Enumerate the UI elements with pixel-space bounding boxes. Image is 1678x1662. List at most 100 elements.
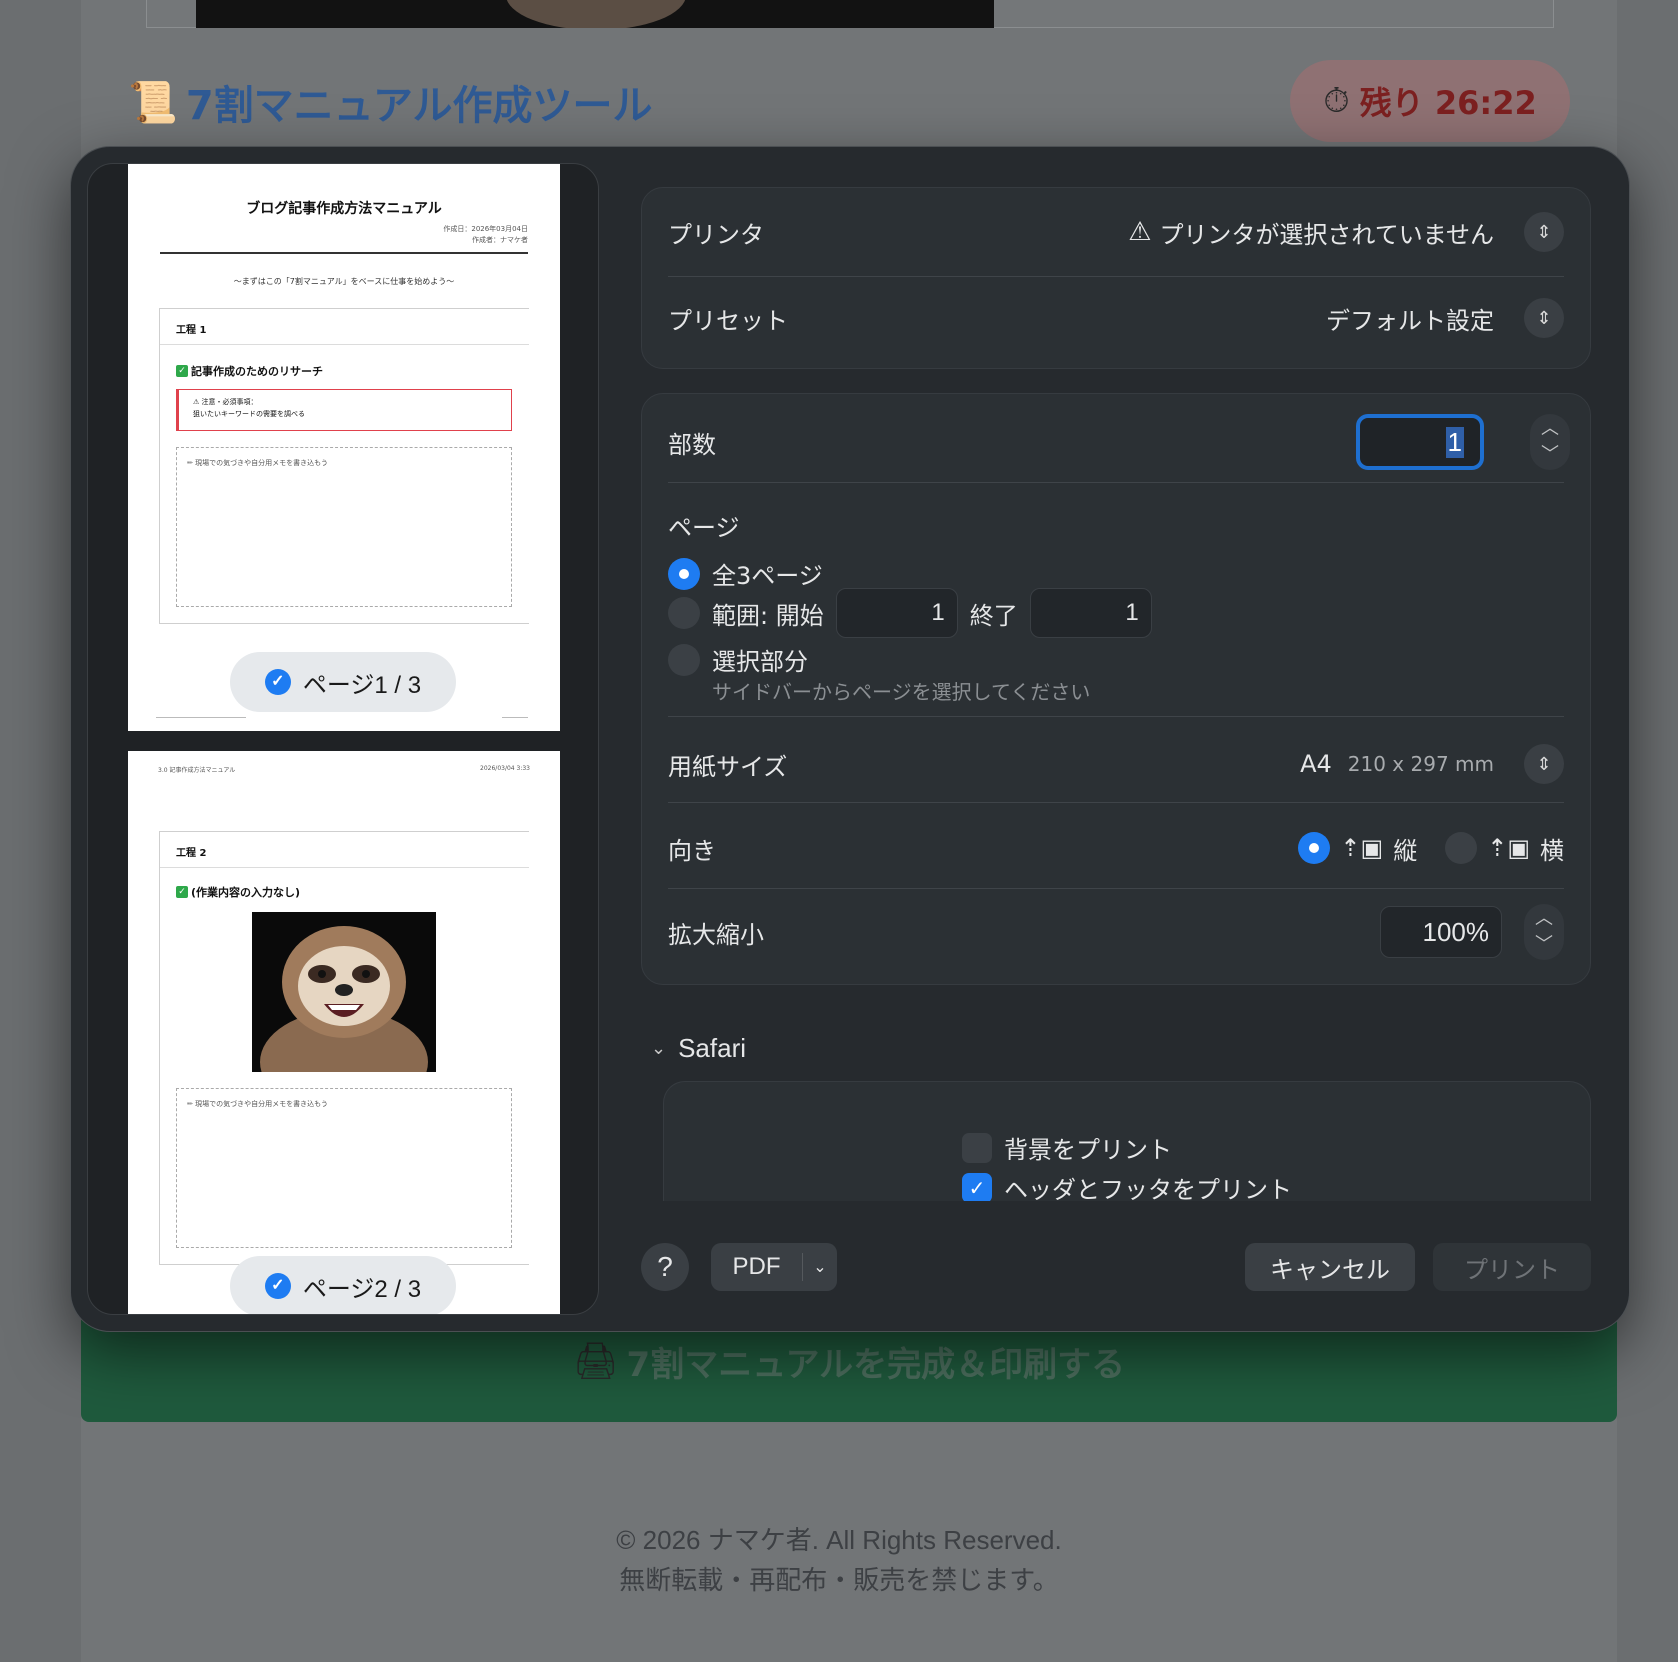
check-icon: ✓ — [176, 365, 188, 377]
safari-section-toggle[interactable]: ⌄ Safari — [651, 1033, 746, 1064]
separator — [668, 888, 1564, 889]
chevron-up-down-icon[interactable]: ⇕ — [1524, 212, 1564, 252]
sloth-image — [252, 912, 436, 1072]
copies-stepper[interactable]: ︿ ﹀ — [1530, 414, 1570, 470]
checkmark-icon: ✓ — [264, 1273, 291, 1299]
pages-range-option[interactable]: 範囲: 開始 1 終了 1 — [668, 588, 1152, 638]
preview-memo-box: ✏ 現場での気づきや自分用メモを書き込もう — [176, 1088, 512, 1248]
preview-step-title-text: (作業内容の入力なし) — [191, 886, 301, 899]
page-thumbnail-2[interactable]: 3.0 記事作成方法マニュアル 2026/03/04 3:33 工程 2 ✓ (… — [128, 751, 560, 1314]
complete-print-label: 7割マニュアルを完成＆印刷する — [626, 1344, 1126, 1385]
pages-all-option[interactable]: 全3ページ — [668, 556, 823, 591]
separator — [668, 276, 1564, 277]
preview-footer-line — [502, 717, 528, 718]
range-to-value: 1 — [1125, 599, 1139, 626]
chevron-up-down-icon[interactable]: ⇕ — [1524, 744, 1564, 784]
orientation-landscape-label: 横 — [1540, 836, 1564, 865]
separator — [668, 716, 1564, 717]
pages-selection-radio[interactable] — [668, 643, 700, 676]
pdf-menu-button[interactable]: PDF ⌄ — [711, 1243, 837, 1291]
paper-size-dimensions: 210 x 297 mm — [1347, 752, 1494, 776]
separator — [668, 482, 1564, 483]
chevron-down-icon[interactable]: ﹀ — [1541, 444, 1559, 466]
page-thumbnails-sidebar[interactable]: ブログ記事作成方法マニュアル 作成日：2026年03月04日 作成者：ナマケ者 … — [87, 163, 599, 1315]
sloth-illustration — [252, 912, 436, 1072]
copies-input[interactable]: 1 — [1356, 414, 1484, 470]
chevron-down-icon[interactable]: ﹀ — [1535, 934, 1553, 956]
printer-row[interactable]: プリンタ ⚠ プリンタが選択されていません ⇕ — [668, 208, 1564, 256]
preview-memo-box: ✏ 現場での気づきや自分用メモを書き込もう — [176, 447, 512, 607]
range-from-input[interactable]: 1 — [835, 588, 958, 638]
page-2-pill-label: ページ2 / 3 — [302, 1275, 422, 1303]
range-to-input[interactable]: 1 — [1029, 588, 1152, 638]
print-headers-footers-option[interactable]: ✓ ヘッダとフッタをプリント — [962, 1170, 1292, 1201]
scale-label: 拡大縮小 — [668, 920, 764, 949]
print-button[interactable]: プリント — [1433, 1243, 1591, 1291]
chevron-down-icon[interactable]: ⌄ — [803, 1257, 837, 1277]
chevron-up-down-icon[interactable]: ⇕ — [1524, 298, 1564, 338]
preview-step-title-text: 記事作成のためのリサーチ — [191, 365, 323, 378]
stopwatch-icon: ⏱ — [1323, 81, 1350, 121]
preview-step-card: 工程 1 ✓ 記事作成のためのリサーチ ⚠ 注意・必須事項： 狙いたいキーワード… — [159, 308, 529, 624]
print-headers-footers-checkbox[interactable]: ✓ — [962, 1172, 992, 1201]
print-backgrounds-checkbox[interactable] — [962, 1132, 992, 1163]
preview-warning-box: ⚠ 注意・必須事項： 狙いたいキーワードの需要を調べる — [176, 389, 512, 431]
range-from-value: 1 — [931, 599, 945, 626]
portrait-person-icon: ⇡▣ — [1340, 834, 1384, 862]
printer-settings-group: プリンタ ⚠ プリンタが選択されていません ⇕ プリセット デフォルト設定 ⇕ — [641, 187, 1591, 369]
preview-doc-title: ブログ記事作成方法マニュアル — [246, 201, 442, 217]
help-button[interactable]: ? — [641, 1243, 689, 1291]
page-1-pill-label: ページ1 / 3 — [302, 671, 422, 699]
preview-step-label: 工程 1 — [160, 309, 529, 345]
pages-all-radio[interactable] — [668, 557, 700, 590]
preview-step-card: 工程 2 ✓ (作業内容の入力なし) ✏ 現場での気づきや自分用メモを書き込もう — [159, 831, 529, 1265]
scale-input[interactable]: 100% — [1380, 906, 1502, 958]
check-icon: ✓ — [176, 886, 188, 898]
footer: © 2026 ナマケ者. All Rights Reserved. 無断転載・再… — [0, 1520, 1678, 1600]
scale-control: 100% ︿ ﹀ — [1380, 904, 1564, 960]
page-thumbnail-1[interactable]: ブログ記事作成方法マニュアル 作成日：2026年03月04日 作成者：ナマケ者 … — [128, 164, 560, 731]
copies-label: 部数 — [668, 430, 716, 459]
warning-icon: ⚠ — [1128, 217, 1152, 247]
scale-row: 拡大縮小 100% ︿ ﹀ — [668, 904, 1564, 960]
preview-warning-head: ⚠ 注意・必須事項： — [193, 398, 258, 406]
orientation-row: 向き ⇡▣ 縦 ⇡▣ 横 — [668, 824, 1564, 872]
cancel-button[interactable]: キャンセル — [1245, 1243, 1415, 1291]
landscape-person-icon: ⇡▣ — [1487, 834, 1530, 862]
chevron-up-icon[interactable]: ︿ — [1541, 418, 1559, 440]
app-title-text: 7割マニュアル作成ツール — [185, 83, 653, 129]
orientation-options: ⇡▣ 縦 ⇡▣ 横 — [1298, 831, 1564, 866]
timer-badge: ⏱ 残り 26:22 — [1290, 60, 1570, 142]
chevron-down-icon: ⌄ — [651, 1038, 667, 1058]
safari-section-label: Safari — [678, 1033, 747, 1063]
print-backgrounds-option[interactable]: 背景をプリント — [962, 1130, 1172, 1165]
pages-selection-hint: サイドバーからページを選択してください — [712, 680, 1091, 704]
orientation-landscape-radio[interactable] — [1445, 832, 1478, 864]
preset-row[interactable]: プリセット デフォルト設定 ⇕ — [668, 294, 1564, 342]
safari-options-group: 背景をプリント ✓ ヘッダとフッタをプリント — [663, 1081, 1591, 1201]
preset-value[interactable]: デフォルト設定 ⇕ — [1326, 298, 1564, 338]
pdf-button-label[interactable]: PDF — [711, 1253, 803, 1281]
preview-header-left: 3.0 記事作成方法マニュアル — [158, 767, 236, 774]
pages-range-radio[interactable] — [668, 597, 700, 629]
page-1-selected-pill[interactable]: ✓ ページ1 / 3 — [230, 652, 456, 712]
paper-size-row[interactable]: 用紙サイズ A4 210 x 297 mm ⇕ — [668, 740, 1564, 788]
paper-size-label: 用紙サイズ — [668, 752, 788, 781]
preview-footer-line — [156, 717, 246, 718]
paper-size-value[interactable]: A4 210 x 297 mm ⇕ — [1300, 744, 1564, 784]
scale-value: 100% — [1422, 916, 1490, 947]
print-backgrounds-label: 背景をプリント — [1004, 1136, 1172, 1164]
printer-value-text: プリンタが選択されていません — [1159, 220, 1494, 249]
printer-value[interactable]: ⚠ プリンタが選択されていません ⇕ — [1128, 212, 1564, 252]
preview-step-label: 工程 2 — [160, 832, 529, 868]
scale-stepper[interactable]: ︿ ﹀ — [1524, 904, 1564, 960]
preview-subtitle: 〜まずはこの「7割マニュアル」をベースに仕事を始めよう〜 — [233, 277, 455, 286]
orientation-portrait-radio[interactable] — [1298, 832, 1331, 864]
pages-selection-option[interactable]: 選択部分 — [668, 642, 808, 677]
page-2-selected-pill[interactable]: ✓ ページ2 / 3 — [230, 1256, 456, 1314]
print-headers-footers-label: ヘッダとフッタをプリント — [1004, 1176, 1292, 1201]
preview-warning-body: 狙いたいキーワードの需要を調べる — [193, 410, 305, 418]
preview-author: 作成者：ナマケ者 — [472, 236, 528, 244]
chevron-up-icon[interactable]: ︿ — [1535, 908, 1553, 930]
pages-label: ページ — [668, 514, 740, 542]
